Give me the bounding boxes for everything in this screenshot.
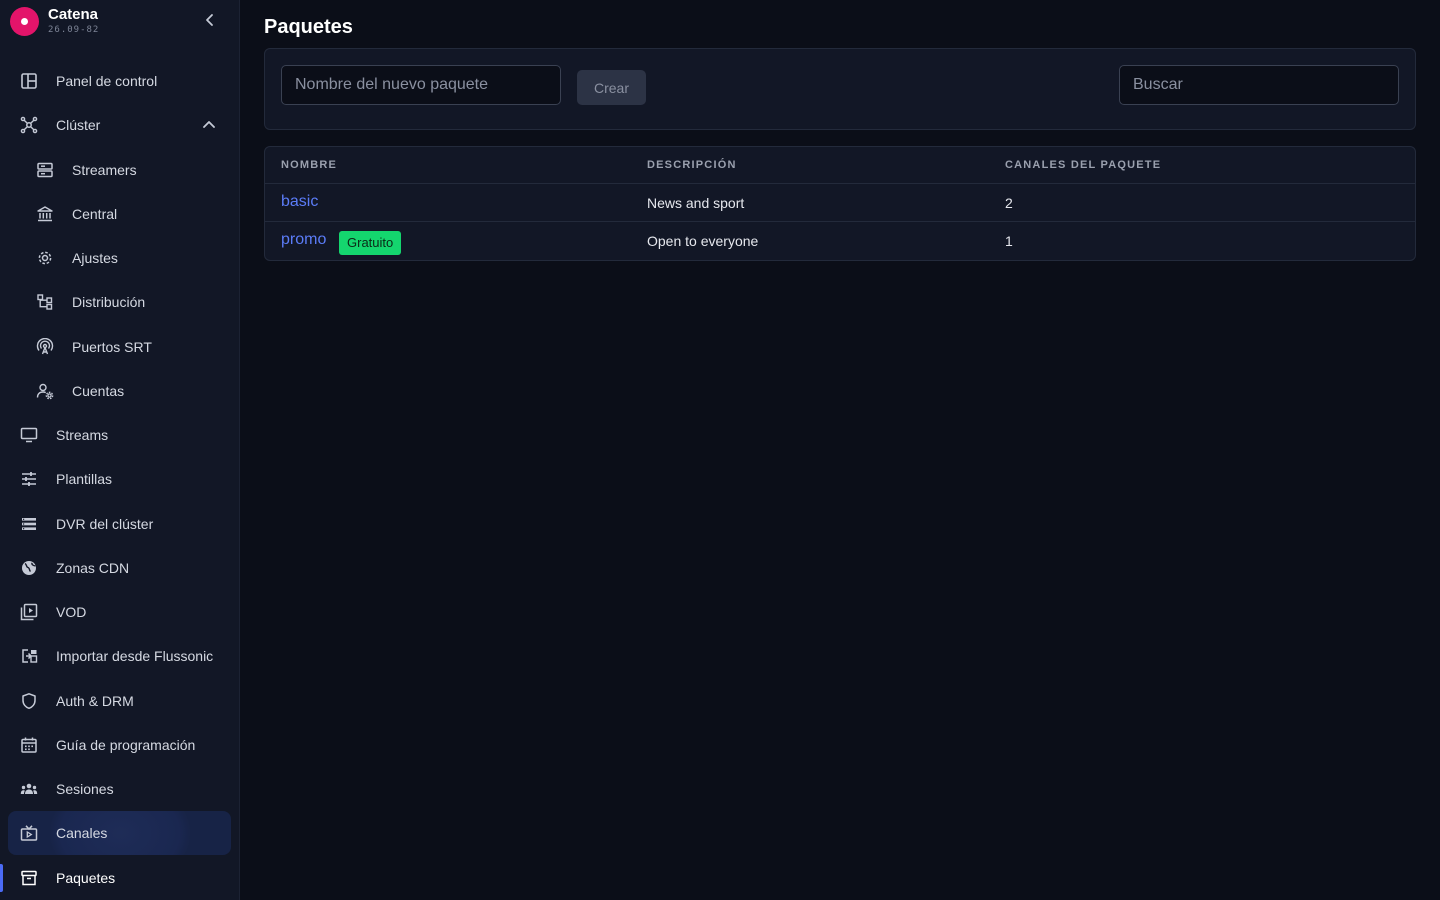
- sidebar-item-label: DVR del clúster: [56, 516, 154, 532]
- sidebar-item-distribution[interactable]: Distribución: [8, 280, 231, 324]
- monitor-icon: [20, 426, 38, 444]
- app-version: 26.09-82: [48, 25, 100, 35]
- catena-logo-icon: [10, 7, 39, 36]
- bank-icon: [36, 205, 54, 223]
- sidebar-item-label: Cuentas: [72, 383, 125, 399]
- antenna-icon: [36, 338, 54, 356]
- table-row[interactable]: basic News and sport 2: [265, 184, 1415, 222]
- archive-icon: [20, 869, 38, 887]
- server-icon: [36, 161, 54, 179]
- sidebar-item-label: Zonas CDN: [56, 560, 130, 576]
- package-description: Open to everyone: [647, 233, 759, 249]
- sidebar-item-label: Ajustes: [72, 250, 118, 266]
- sidebar-item-label: Sesiones: [56, 781, 114, 797]
- video-library-icon: [20, 603, 38, 621]
- sidebar-item-channels[interactable]: Canales: [8, 811, 231, 855]
- list-icon: [20, 515, 38, 533]
- sidebar-item-label: Distribución: [72, 294, 146, 310]
- shield-icon: [20, 692, 38, 710]
- chevron-up-icon: [201, 117, 217, 133]
- sliders-icon: [20, 470, 38, 488]
- sidebar-item-label: Paquetes: [56, 870, 116, 886]
- new-package-name-input[interactable]: [281, 65, 561, 105]
- dashboard-icon: [20, 72, 38, 90]
- table-header: NOMBRE DESCRIPCIÓN CANALES DEL PAQUETE: [265, 147, 1415, 184]
- group-icon: [20, 780, 38, 798]
- hierarchy-icon: [36, 293, 54, 311]
- sidebar-item-packages[interactable]: Paquetes: [8, 856, 231, 900]
- sidebar-item-settings[interactable]: Ajustes: [8, 236, 231, 280]
- sidebar-item-cluster-dvr[interactable]: DVR del clúster: [8, 502, 231, 546]
- gear-icon: [36, 249, 54, 267]
- table-row[interactable]: promo Gratuito Open to everyone 1: [265, 222, 1415, 260]
- package-channel-count: 1: [1005, 233, 1013, 249]
- sidebar-item-label: Guía de programación: [56, 737, 196, 753]
- sidebar-item-label: Panel de control: [56, 73, 158, 89]
- sidebar-item-templates[interactable]: Plantillas: [8, 457, 231, 501]
- sidebar-item-label: Auth & DRM: [56, 693, 134, 709]
- sidebar-item-streams[interactable]: Streams: [8, 413, 231, 457]
- package-name-link[interactable]: basic: [281, 193, 318, 211]
- sidebar-item-label: Canales: [56, 825, 108, 841]
- package-name-link[interactable]: promo: [281, 231, 326, 249]
- create-package-button[interactable]: Crear: [577, 70, 646, 105]
- sidebar-item-epg[interactable]: Guía de programación: [8, 723, 231, 767]
- column-header-name[interactable]: NOMBRE: [281, 159, 337, 171]
- column-header-channels[interactable]: CANALES DEL PAQUETE: [1005, 159, 1161, 171]
- sidebar-item-srt-ports[interactable]: Puertos SRT: [8, 325, 231, 369]
- sidebar-item-label: Clúster: [56, 117, 101, 133]
- sidebar-item-import-flussonic[interactable]: Importar desde Flussonic: [8, 634, 231, 678]
- sidebar: Catena 26.09-82 Panel de control Clúster…: [0, 0, 240, 900]
- calendar-icon: [20, 736, 38, 754]
- import-icon: [20, 647, 38, 665]
- sidebar-item-auth-drm[interactable]: Auth & DRM: [8, 679, 231, 723]
- collapse-sidebar-button[interactable]: [196, 6, 224, 34]
- packages-table: NOMBRE DESCRIPCIÓN CANALES DEL PAQUETE b…: [264, 146, 1416, 261]
- package-description: News and sport: [647, 195, 745, 211]
- sidebar-item-cdn-zones[interactable]: Zonas CDN: [8, 546, 231, 590]
- sidebar-item-label: Central: [72, 206, 118, 222]
- sidebar-item-sessions[interactable]: Sesiones: [8, 767, 231, 811]
- sidebar-item-label: Importar desde Flussonic: [56, 648, 214, 664]
- package-channel-count: 2: [1005, 195, 1013, 211]
- cluster-icon: [20, 116, 38, 134]
- sidebar-item-dashboard[interactable]: Panel de control: [8, 59, 231, 103]
- sidebar-item-label: VOD: [56, 604, 87, 620]
- active-indicator: [0, 864, 3, 892]
- user-gear-icon: [36, 382, 54, 400]
- sidebar-item-accounts[interactable]: Cuentas: [8, 369, 231, 413]
- app-name: Catena: [48, 6, 99, 23]
- sidebar-item-label: Puertos SRT: [72, 339, 152, 355]
- chevron-left-icon: [206, 14, 213, 26]
- sidebar-item-label: Streamers: [72, 162, 137, 178]
- sidebar-item-label: Plantillas: [56, 471, 113, 487]
- free-badge: Gratuito: [339, 231, 402, 255]
- globe-icon: [20, 559, 38, 577]
- sidebar-item-cluster[interactable]: Clúster: [8, 103, 231, 147]
- page-title: Paquetes: [264, 16, 353, 38]
- tv-icon: [20, 824, 38, 842]
- package-toolbar: Crear: [264, 48, 1416, 130]
- sidebar-item-label: Streams: [56, 427, 109, 443]
- column-header-description[interactable]: DESCRIPCIÓN: [647, 159, 737, 171]
- sidebar-item-streamers[interactable]: Streamers: [8, 148, 231, 192]
- search-input[interactable]: [1119, 65, 1399, 105]
- sidebar-item-vod[interactable]: VOD: [8, 590, 231, 634]
- sidebar-item-central[interactable]: Central: [8, 192, 231, 236]
